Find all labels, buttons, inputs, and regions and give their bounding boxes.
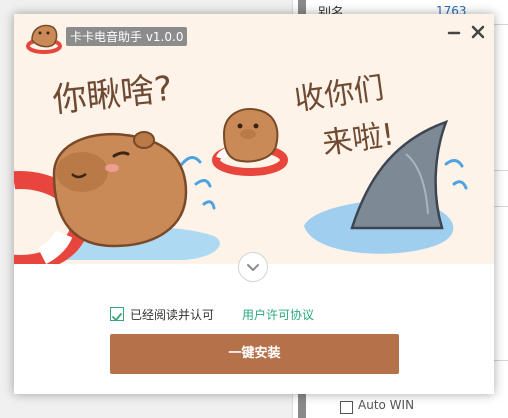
- checkmark-icon: [112, 313, 122, 321]
- slogan-right-line1: 收你们: [292, 71, 386, 118]
- install-button[interactable]: 一键安装: [110, 334, 399, 374]
- close-button[interactable]: [468, 22, 488, 42]
- close-icon: [471, 25, 485, 39]
- banner-illustration: 你瞅啥? 收你们 来啦! 卡卡电音助手 v1.0.0: [14, 14, 494, 264]
- capybara-large: [52, 131, 188, 248]
- agreement-label: 已经阅读并认可: [130, 308, 215, 322]
- slogan-left: 你瞅啥?: [51, 69, 175, 121]
- app-logo-icon: [26, 24, 62, 54]
- expand-button[interactable]: [238, 252, 268, 282]
- minimize-button[interactable]: [444, 22, 464, 42]
- right-water-splash: [444, 159, 468, 190]
- license-agreement-link[interactable]: 用户许可协议: [242, 306, 314, 323]
- banner-artwork: 你瞅啥? 收你们 来啦!: [14, 69, 468, 264]
- agreement-checkbox[interactable]: [110, 307, 124, 321]
- slogan-right-line2: 来啦!: [320, 117, 396, 162]
- installer-window: 你瞅啥? 收你们 来啦! 卡卡电音助手 v1.0.0 已经阅读并认可 用户许可协…: [14, 14, 494, 394]
- left-water-splash: [180, 156, 216, 210]
- window-title: 卡卡电音助手 v1.0.0: [66, 27, 188, 46]
- chevron-down-icon: [247, 264, 259, 271]
- background-checkbox[interactable]: [340, 401, 353, 414]
- minimize-icon: [447, 31, 461, 35]
- capybara-small: [212, 108, 288, 176]
- background-bottom-text: Auto WIN: [358, 398, 415, 412]
